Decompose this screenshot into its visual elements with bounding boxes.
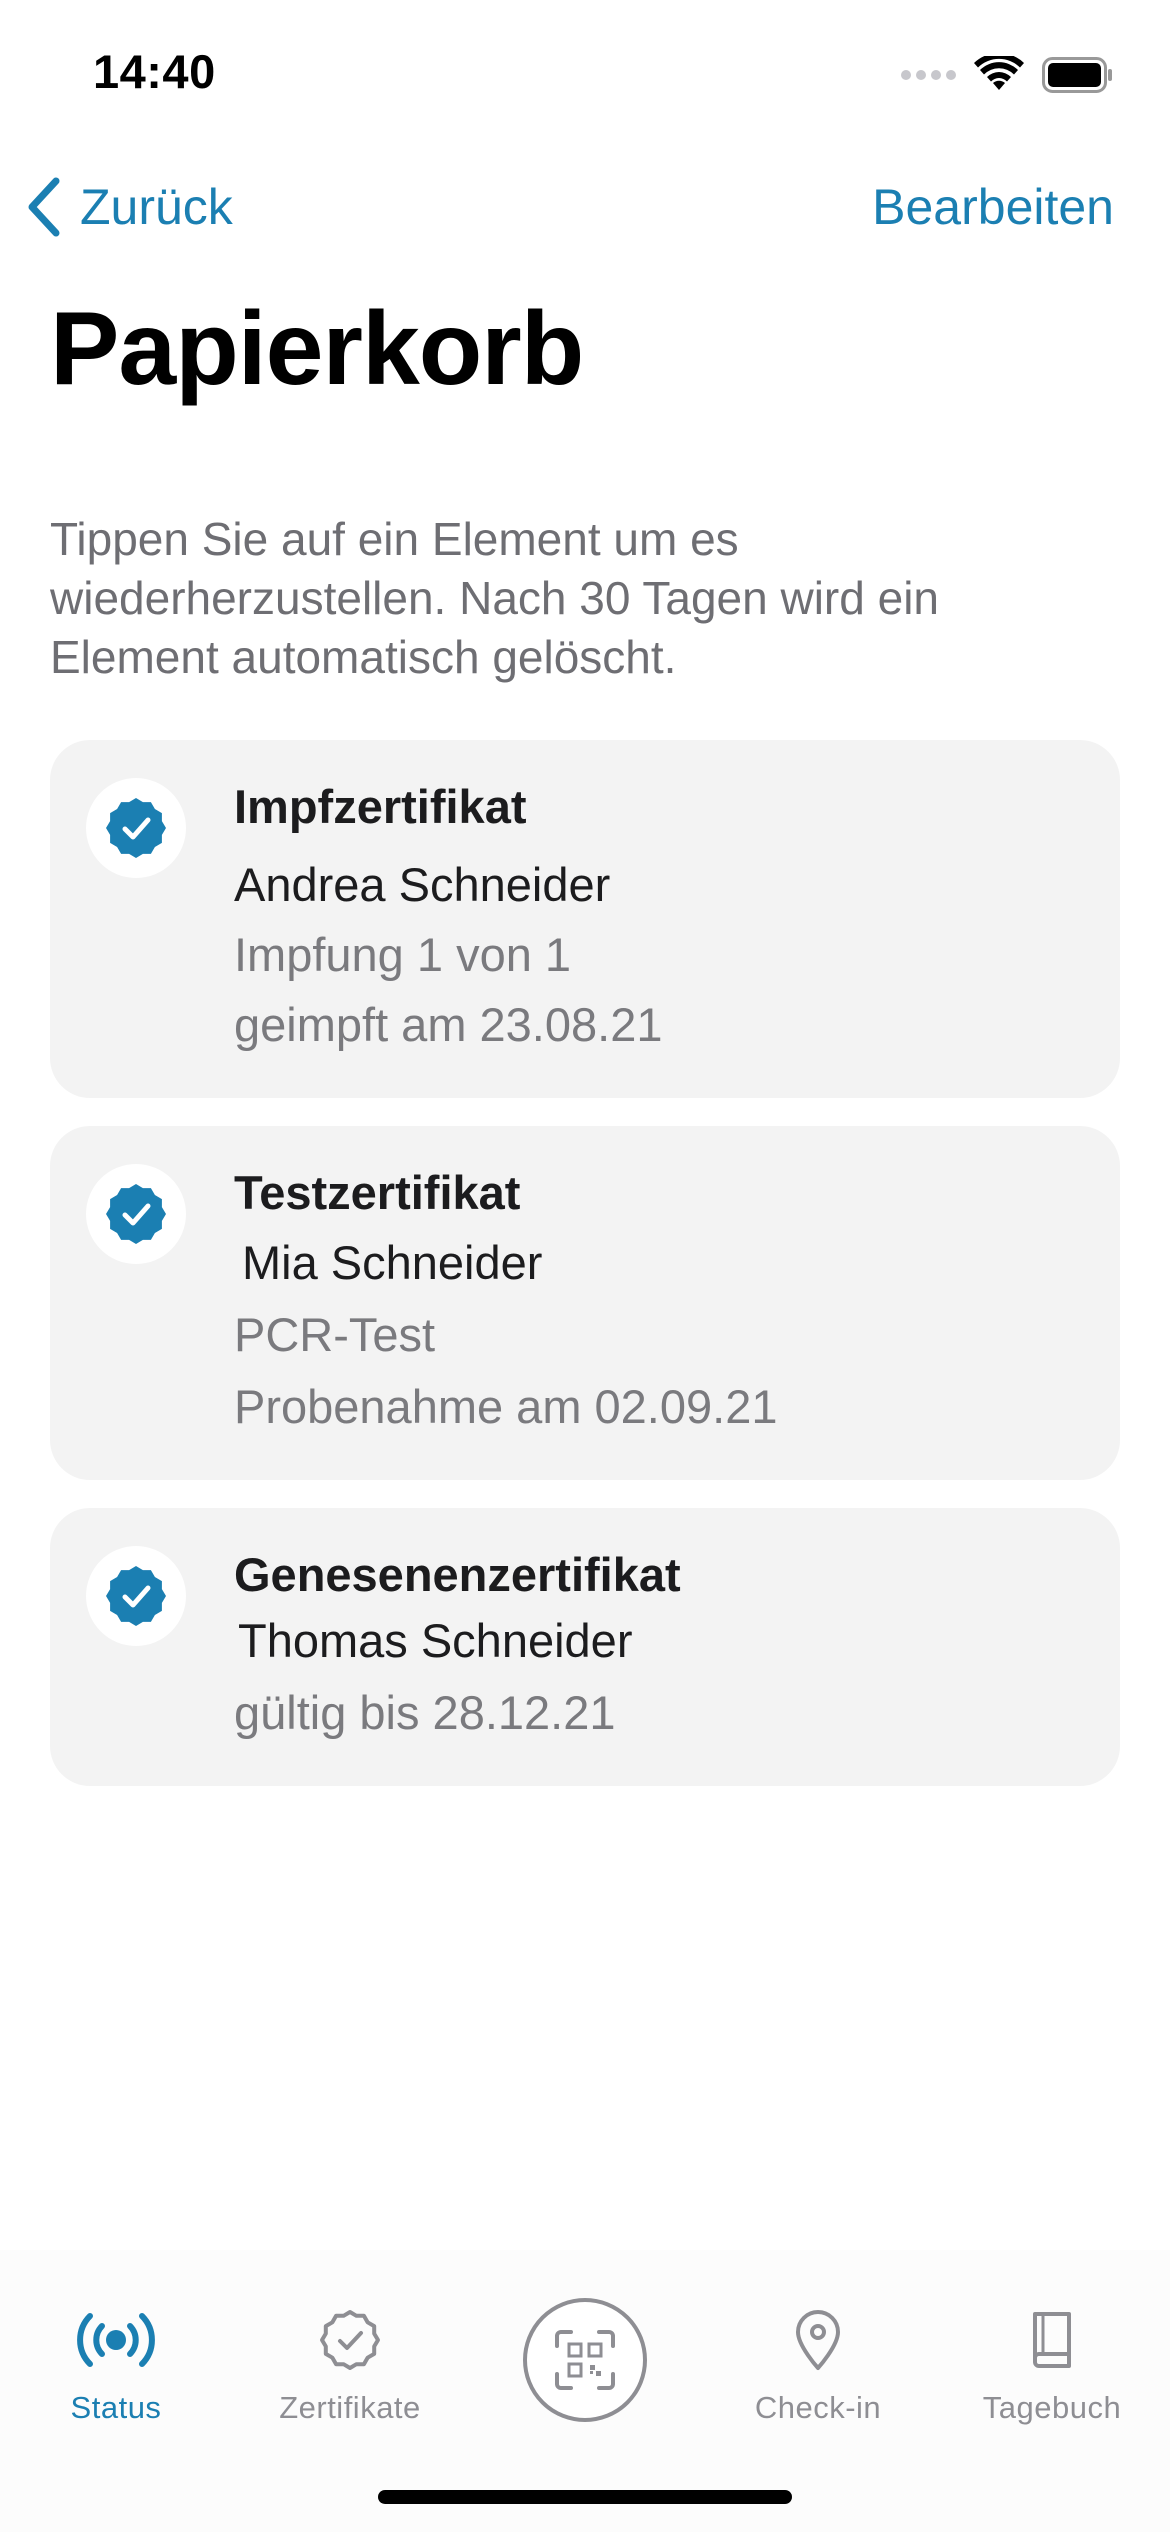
tab-label: Status: [70, 2390, 162, 2425]
certificate-detail: geimpft am 23.08.21: [234, 998, 663, 1051]
book-icon: [1012, 2300, 1092, 2380]
cellular-signal-icon: [901, 70, 956, 80]
certificate-type: Testzertifikat: [234, 1166, 521, 1219]
home-indicator: [378, 2490, 792, 2504]
wifi-icon: [974, 56, 1024, 90]
back-button[interactable]: Zurück: [26, 172, 233, 242]
verified-badge-icon: [86, 1164, 186, 1264]
certificate-holder-name: Andrea Schneider: [234, 858, 611, 911]
certificate-detail: Impfung 1 von 1: [234, 928, 572, 981]
certificate-badge-icon: [310, 2300, 390, 2380]
verified-badge-icon: [86, 778, 186, 878]
edit-button[interactable]: Bearbeiten: [872, 172, 1114, 242]
certificate-card-test[interactable]: Testzertifikat Mia Schneider PCR-Test Pr…: [50, 1126, 1120, 1480]
tab-label: Check-in: [754, 2390, 882, 2425]
certificate-type: Impfzertifikat: [234, 780, 527, 833]
certificate-list: Impfzertifikat Andrea Schneider Impfung …: [50, 740, 1120, 1786]
tab-status[interactable]: Status: [16, 2300, 216, 2426]
status-icons: [901, 50, 1114, 100]
status-time: 14:40: [93, 45, 216, 98]
page-title: Papierkorb: [50, 291, 584, 407]
status-bar: 14:40: [0, 0, 1170, 140]
tab-label: Zertifikate: [279, 2390, 421, 2425]
tab-check-in[interactable]: Check-in: [718, 2300, 918, 2426]
tab-certificates[interactable]: Zertifikate: [250, 2300, 450, 2426]
page-description: Tippen Sie auf ein Element um es wiederh…: [50, 513, 940, 683]
verified-badge-icon: [86, 1546, 186, 1646]
tab-diary[interactable]: Tagebuch: [952, 2300, 1152, 2426]
battery-icon: [1042, 57, 1112, 93]
location-pin-icon: [778, 2300, 858, 2380]
chevron-left-icon: [28, 177, 60, 237]
tab-label: Tagebuch: [982, 2390, 1122, 2425]
qr-scan-button[interactable]: [523, 2298, 647, 2422]
certificate-holder-name: Thomas Schneider: [238, 1614, 633, 1667]
navigation-bar: Zurück Bearbeiten: [0, 160, 1170, 250]
qr-scan-icon: [555, 2330, 615, 2390]
certificate-card-recovery[interactable]: Genesenenzertifikat Thomas Schneider gül…: [50, 1508, 1120, 1786]
certificate-card-vaccination[interactable]: Impfzertifikat Andrea Schneider Impfung …: [50, 740, 1120, 1098]
certificate-holder-name: Mia Schneider: [242, 1236, 543, 1289]
back-label: Zurück: [80, 179, 233, 235]
certificate-detail: gültig bis 28.12.21: [234, 1686, 616, 1739]
certificate-type: Genesenenzertifikat: [234, 1548, 681, 1601]
certificate-detail: Probenahme am 02.09.21: [234, 1380, 778, 1433]
certificate-detail: PCR-Test: [234, 1308, 436, 1361]
broadcast-icon: [76, 2300, 156, 2380]
